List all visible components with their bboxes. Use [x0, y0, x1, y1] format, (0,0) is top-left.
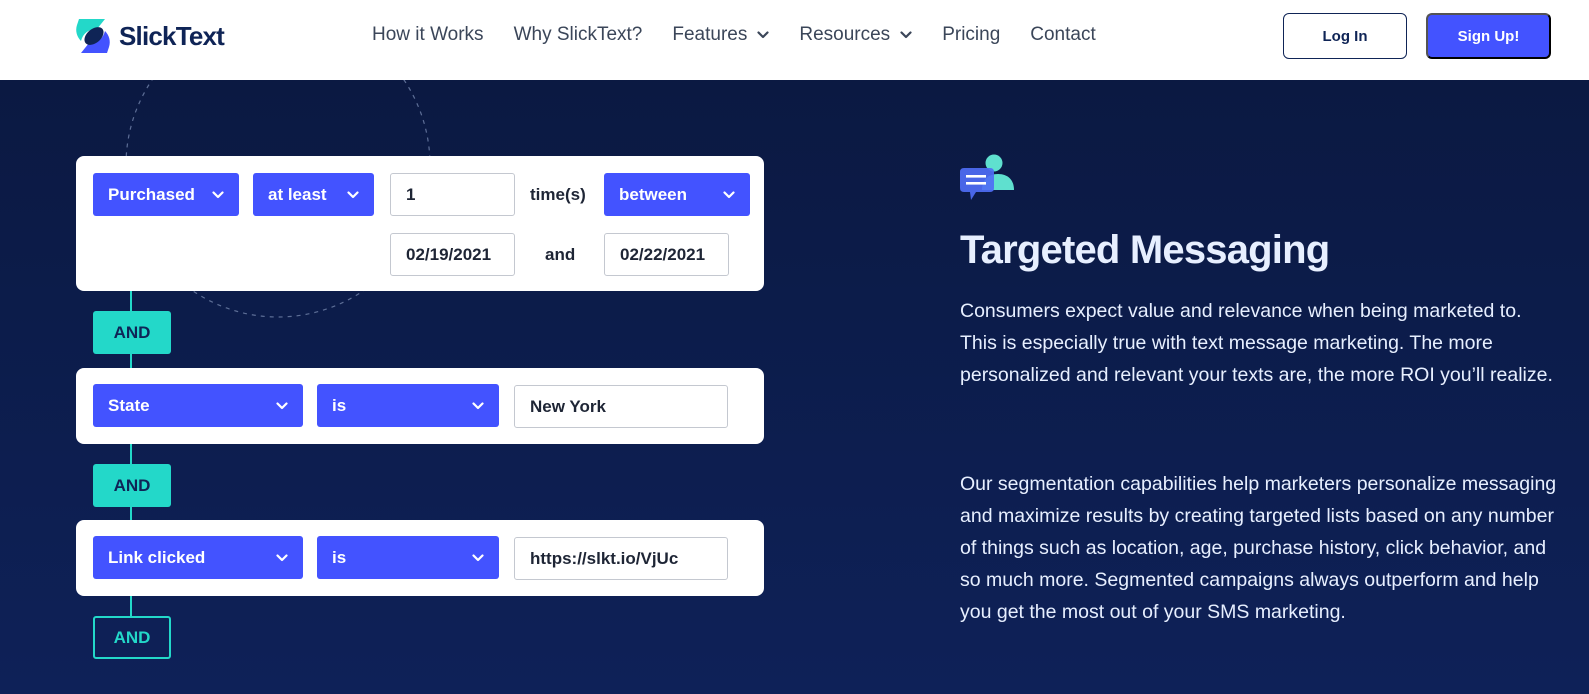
rule-field-select[interactable]: State	[93, 384, 303, 427]
nav-label: Contact	[1030, 24, 1096, 45]
chat-person-icon	[960, 154, 1014, 200]
start-date-input[interactable]: 02/19/2021	[390, 233, 515, 276]
rule-field-select[interactable]: Purchased	[93, 173, 239, 216]
nav-label: How it Works	[372, 24, 484, 45]
chevron-down-icon	[276, 553, 288, 561]
nav-label: Why SlickText?	[513, 24, 643, 45]
select-value: Purchased	[108, 184, 195, 204]
segment-rule-card: Purchased at least 1 time(s) between 02/…	[76, 156, 764, 291]
nav-resources[interactable]: Resources	[799, 24, 912, 46]
nav-label: Pricing	[942, 24, 1001, 45]
select-value: is	[332, 395, 347, 415]
count-unit-label: time(s)	[530, 185, 586, 204]
rule-value-input[interactable]: New York	[514, 385, 728, 428]
chevron-down-icon	[757, 31, 769, 39]
and-connector-button[interactable]: AND	[93, 464, 171, 507]
rule-operator-select[interactable]: is	[317, 536, 499, 579]
login-button[interactable]: Log In	[1283, 13, 1407, 59]
nav-pricing[interactable]: Pricing	[942, 24, 1000, 46]
brand-logo[interactable]: SlickText	[75, 17, 225, 55]
main-nav: How it Works Why SlickText? Features Res…	[372, 24, 1126, 46]
range-operator-select[interactable]: between	[604, 173, 750, 216]
connector-line	[130, 594, 132, 616]
end-date-input[interactable]: 02/22/2021	[604, 233, 729, 276]
site-header: SlickText How it Works Why SlickText? Fe…	[0, 0, 1589, 80]
date-joiner-label: and	[545, 245, 576, 264]
chevron-down-icon	[472, 553, 484, 561]
hero-section: Purchased at least 1 time(s) between 02/…	[0, 80, 1589, 694]
rule-operator-select[interactable]: at least	[253, 173, 374, 216]
feature-title: Targeted Messaging	[960, 228, 1330, 272]
and-connector-button[interactable]: AND	[93, 311, 171, 354]
chevron-down-icon	[723, 190, 735, 198]
select-value: Link clicked	[108, 547, 206, 567]
rule-value-input[interactable]: https://slkt.io/VjUc	[514, 537, 728, 580]
connector-line	[130, 442, 132, 464]
feature-paragraph: Consumers expect value and relevance whe…	[960, 300, 1553, 386]
chevron-down-icon	[900, 31, 912, 39]
select-value: at least	[268, 184, 327, 204]
count-input[interactable]: 1	[390, 173, 515, 216]
nav-features[interactable]: Features	[672, 24, 769, 46]
nav-label: Features	[672, 24, 748, 45]
chevron-down-icon	[276, 401, 288, 409]
segment-rule-card: State is New York	[76, 368, 764, 444]
signup-button[interactable]: Sign Up!	[1426, 13, 1551, 59]
nav-label: Resources	[799, 24, 891, 45]
nav-how-it-works[interactable]: How it Works	[372, 24, 484, 46]
nav-why-slicktext[interactable]: Why SlickText?	[514, 24, 643, 46]
select-value: is	[332, 547, 347, 567]
nav-contact[interactable]: Contact	[1030, 24, 1095, 46]
select-value: between	[619, 184, 688, 204]
segment-rule-card: Link clicked is https://slkt.io/VjUc	[76, 520, 764, 596]
select-value: State	[108, 395, 150, 415]
chevron-down-icon	[212, 190, 224, 198]
brand-name: SlickText	[119, 20, 225, 51]
slicktext-logo-icon	[76, 19, 110, 53]
chevron-down-icon	[472, 401, 484, 409]
rule-field-select[interactable]: Link clicked	[93, 536, 303, 579]
connector-line	[130, 290, 132, 312]
chevron-down-icon	[347, 190, 359, 198]
feature-paragraph: Our segmentation capabilities help marke…	[960, 473, 1557, 623]
add-and-connector-button[interactable]: AND	[93, 616, 171, 659]
rule-operator-select[interactable]: is	[317, 384, 499, 427]
